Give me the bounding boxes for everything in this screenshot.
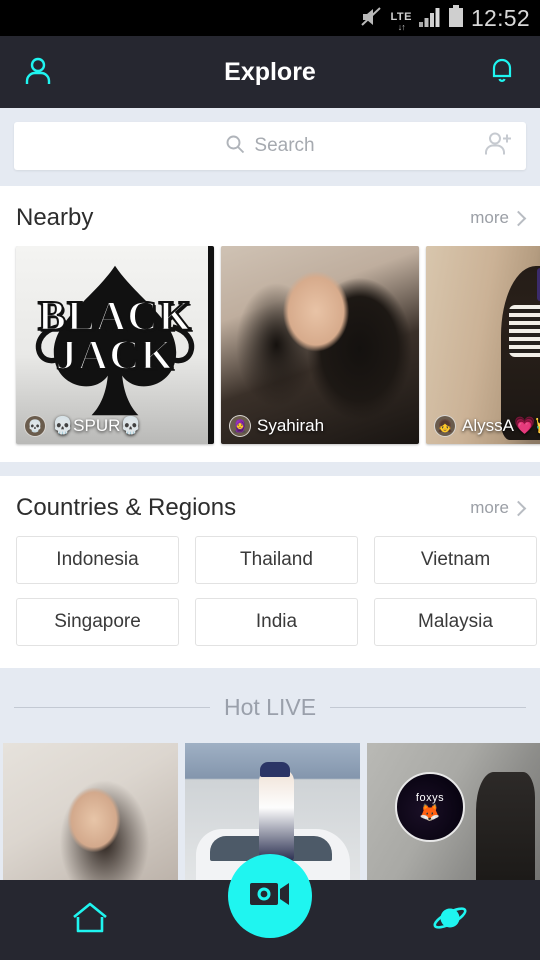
lte-icon: LTE ↓↑ [390,10,412,32]
avatar: 💀 [24,415,46,437]
avatar: 🧕 [229,415,251,437]
blackjack-line2: JACK [55,332,175,379]
chevron-right-icon [510,210,527,226]
country-chip-row: Singapore India Malaysia [16,598,537,646]
nearby-more-label: more [470,208,509,227]
countries-title: Countries & Regions [16,494,237,521]
nearby-card-label: 💀 💀SPUR💀 [16,415,214,437]
nearby-title: Nearby [16,204,94,231]
section-divider [0,462,540,476]
live-thumbnail: foxys 🦊 [367,743,540,903]
home-icon [71,901,109,940]
nearby-card[interactable]: 🧕 Syahirah [221,246,419,444]
nearby-more-button[interactable]: more [470,208,527,228]
page-title: Explore [224,57,316,86]
profile-button[interactable] [16,50,60,94]
blackjack-text: BLACK JACK [16,294,214,379]
nearby-user-name: 💀SPUR💀 [52,416,142,435]
countries-header: Countries & Regions more [0,476,540,536]
notifications-button[interactable] [480,50,524,94]
channel-badge: foxys 🦊 [395,771,465,842]
search-input[interactable]: Search [14,134,526,159]
app-screen: LTE ↓↑ 12:52 Explore Search Nearby more … [0,0,540,960]
divider-line-right [330,707,527,708]
chevron-right-icon [510,500,527,516]
status-bar: LTE ↓↑ 12:52 [0,0,540,36]
country-chip[interactable]: Malaysia [374,598,537,646]
video-camera-icon [249,879,291,914]
countries-more-label: more [470,498,509,517]
hot-live-card[interactable]: foxys 🦊 [367,743,540,903]
planet-icon [432,901,468,940]
app-bar: Explore [0,36,540,108]
countries-section: Countries & Regions more Indonesia Thail… [0,476,540,668]
country-chip[interactable]: Singapore [16,598,179,646]
countries-more-button[interactable]: more [470,498,527,518]
search-section: Search [0,108,540,186]
search-bar[interactable]: Search [14,122,526,170]
bell-icon [487,55,517,90]
country-chip[interactable]: India [195,598,358,646]
fox-icon: 🦊 [419,803,441,823]
country-chip[interactable]: Thailand [195,536,358,584]
hot-live-header: Hot LIVE [0,694,540,743]
hot-live-title: Hot LIVE [223,694,317,720]
status-time: 12:52 [470,4,530,31]
search-placeholder: Search [254,135,315,156]
blackjack-line1: BLACK [37,294,193,340]
nearby-user-name: Syahirah [257,416,325,435]
lte-label: LTE [390,10,412,23]
add-friend-button[interactable] [484,130,514,163]
nearby-card[interactable]: BLACK JACK 💀 💀SPUR💀 [16,246,214,444]
go-live-button[interactable] [228,854,312,938]
mute-icon [360,6,384,32]
nearby-card[interactable]: 👧 AlyssA💗👑 [426,246,540,444]
nearby-card-row[interactable]: BLACK JACK 💀 💀SPUR💀 🧕 Syahirah 👧 AlyssA💗 [0,246,540,462]
avatar: 👧 [434,415,456,437]
status-icons: LTE ↓↑ [360,4,464,32]
country-chip[interactable]: Indonesia [16,536,179,584]
nearby-card-label: 🧕 Syahirah [221,415,419,437]
nearby-user-name: AlyssA💗👑 [462,416,540,435]
lte-arrows: ↓↑ [397,21,406,32]
battery-icon [448,4,464,32]
profile-icon [22,54,54,91]
nav-home[interactable] [30,880,150,960]
live-thumbnail [3,743,178,903]
country-chip-row: Indonesia Thailand Vietnam [16,536,537,584]
hot-live-card[interactable] [3,743,178,903]
divider-line-left [14,707,210,708]
add-person-icon [484,132,514,162]
nearby-section: Nearby more BLACK JACK 💀 💀SPUR💀 🧕 Syahir… [0,186,540,462]
nav-discover[interactable] [390,880,510,960]
country-chip[interactable]: Vietnam [374,536,537,584]
search-icon [225,134,245,159]
country-chip-grid: Indonesia Thailand Vietnam Singapore Ind… [0,536,540,668]
nearby-header: Nearby more [0,186,540,246]
signal-icon [418,7,442,32]
nearby-card-label: 👧 AlyssA💗👑 [426,415,540,437]
